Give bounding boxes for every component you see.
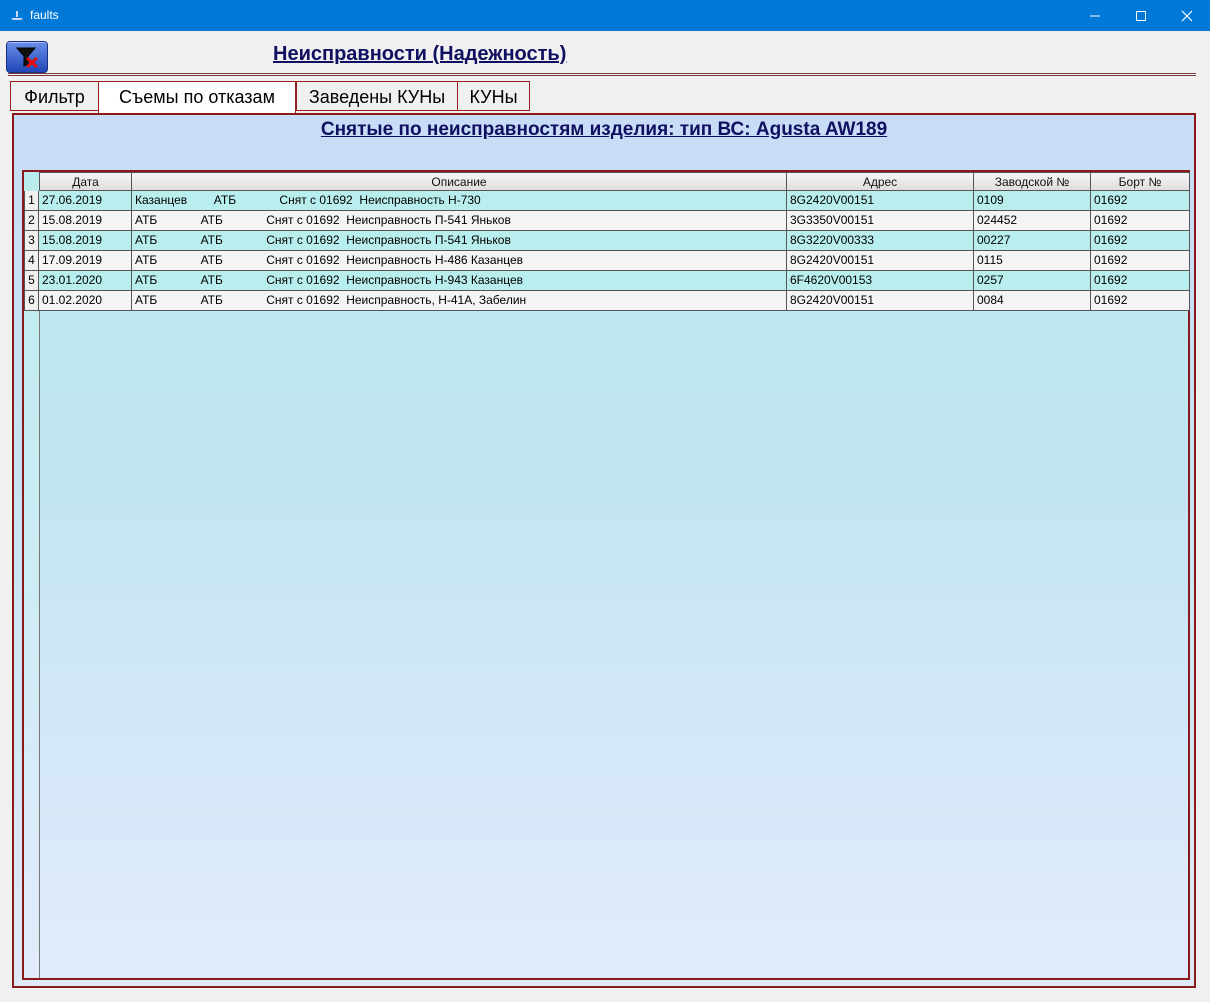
table-row[interactable]: 5 23.01.2020 АТБ АТБ Снят с 01692 Неиспр… xyxy=(24,271,1190,291)
cell-date: 01.02.2020 xyxy=(39,291,132,311)
panel-title: Снятые по неисправностям изделия: тип ВС… xyxy=(320,119,888,140)
window-title: faults xyxy=(30,8,59,22)
cell-description: АТБ АТБ Снят с 01692 Неисправность Н-943… xyxy=(132,271,787,291)
cell-board: 01692 xyxy=(1091,291,1190,311)
column-header-address[interactable]: Адрес xyxy=(787,172,974,191)
row-number: 2 xyxy=(24,211,39,231)
cell-board: 01692 xyxy=(1091,211,1190,231)
cell-serial: 00227 xyxy=(974,231,1091,251)
cell-date: 15.08.2019 xyxy=(39,211,132,231)
column-header-description[interactable]: Описание xyxy=(132,172,787,191)
cell-address: 8G2420V00151 xyxy=(787,251,974,271)
cell-board: 01692 xyxy=(1091,271,1190,291)
title-bar: faults xyxy=(0,0,1210,31)
cell-serial: 0109 xyxy=(974,191,1091,211)
tab-kun[interactable]: КУНы xyxy=(457,81,530,111)
table-body: 1 27.06.2019 Казанцев АТБ Снят с 01692 Н… xyxy=(24,191,1190,311)
minimize-button[interactable] xyxy=(1072,0,1118,31)
divider xyxy=(8,73,1196,74)
cell-address: 6F4620V00153 xyxy=(787,271,974,291)
table-header: Дата Описание Адрес Заводской № Борт № xyxy=(39,172,1190,191)
cell-serial: 024452 xyxy=(974,211,1091,231)
column-header-board[interactable]: Борт № xyxy=(1091,172,1190,191)
cell-serial: 0084 xyxy=(974,291,1091,311)
cell-board: 01692 xyxy=(1091,191,1190,211)
cell-date: 15.08.2019 xyxy=(39,231,132,251)
cell-board: 01692 xyxy=(1091,231,1190,251)
table-row[interactable]: 6 01.02.2020 АТБ АТБ Снят с 01692 Неиспр… xyxy=(24,291,1190,311)
table-row[interactable]: 4 17.09.2019 АТБ АТБ Снят с 01692 Неиспр… xyxy=(24,251,1190,271)
column-header-serial[interactable]: Заводской № xyxy=(974,172,1091,191)
table-row[interactable]: 2 15.08.2019 АТБ АТБ Снят с 01692 Неиспр… xyxy=(24,211,1190,231)
app-icon xyxy=(11,11,23,20)
page-title: Неисправности (Надежность) xyxy=(273,43,567,65)
row-number: 1 xyxy=(24,191,39,211)
cell-description: АТБ АТБ Снят с 01692 Неисправность П-541… xyxy=(132,211,787,231)
table-row[interactable]: 3 15.08.2019 АТБ АТБ Снят с 01692 Неиспр… xyxy=(24,231,1190,251)
close-icon xyxy=(1181,10,1193,21)
removals-grid[interactable]: Дата Описание Адрес Заводской № Борт № 1… xyxy=(22,170,1190,980)
cell-serial: 0115 xyxy=(974,251,1091,271)
minimize-icon xyxy=(1090,15,1100,16)
column-header-date[interactable]: Дата xyxy=(39,172,132,191)
cell-description: АТБ АТБ Снят с 01692 Неисправность Н-486… xyxy=(132,251,787,271)
cell-date: 27.06.2019 xyxy=(39,191,132,211)
cell-address: 8G2420V00151 xyxy=(787,191,974,211)
tab-failure-removals[interactable]: Съемы по отказам xyxy=(98,81,296,113)
row-number: 4 xyxy=(24,251,39,271)
cell-date: 17.09.2019 xyxy=(39,251,132,271)
cell-description: АТБ АТБ Снят с 01692 Неисправность, Н-41… xyxy=(132,291,787,311)
cell-serial: 0257 xyxy=(974,271,1091,291)
maximize-button[interactable] xyxy=(1118,0,1164,31)
row-number: 6 xyxy=(24,291,39,311)
cell-description: Казанцев АТБ Снят с 01692 Неисправность … xyxy=(132,191,787,211)
table-row[interactable]: 1 27.06.2019 Казанцев АТБ Снят с 01692 Н… xyxy=(24,191,1190,211)
clear-filter-button[interactable] xyxy=(6,41,48,73)
cell-description: АТБ АТБ Снят с 01692 Неисправность П-541… xyxy=(132,231,787,251)
tab-filter[interactable]: Фильтр xyxy=(10,81,99,111)
tab-bar: Фильтр Съемы по отказам Заведены КУНы КУ… xyxy=(10,81,530,113)
maximize-icon xyxy=(1136,10,1146,21)
cell-address: 3G3350V00151 xyxy=(787,211,974,231)
cell-date: 23.01.2020 xyxy=(39,271,132,291)
cell-address: 8G3220V00333 xyxy=(787,231,974,251)
divider xyxy=(8,75,1196,76)
removals-panel: Снятые по неисправностям изделия: тип ВС… xyxy=(12,113,1196,988)
close-button[interactable] xyxy=(1164,0,1210,31)
tab-opened-kun[interactable]: Заведены КУНы xyxy=(296,81,458,111)
cell-address: 8G2420V00151 xyxy=(787,291,974,311)
filter-clear-icon xyxy=(15,47,39,68)
row-number: 3 xyxy=(24,231,39,251)
cell-board: 01692 xyxy=(1091,251,1190,271)
row-number: 5 xyxy=(24,271,39,291)
